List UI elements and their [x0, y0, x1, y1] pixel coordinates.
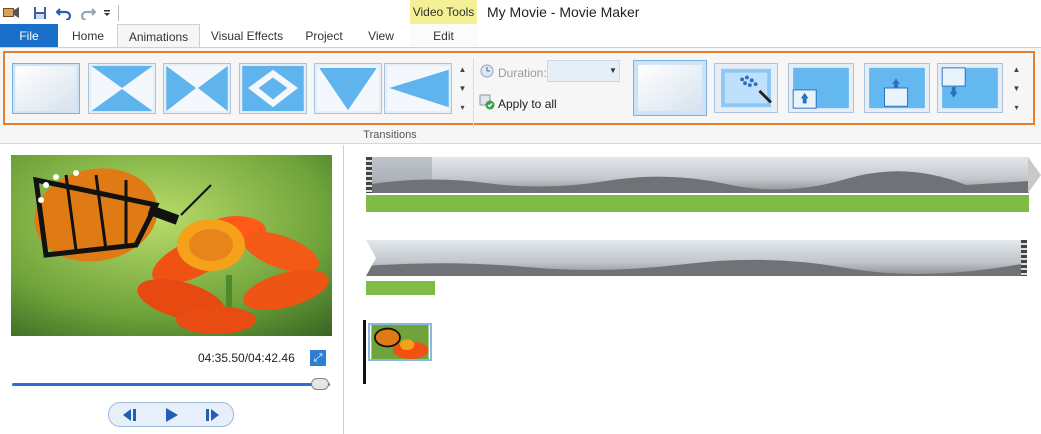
diamond-transition-icon[interactable]: [239, 63, 307, 114]
tab-visual-effects[interactable]: Visual Effects: [205, 24, 289, 48]
quick-access-separator: [118, 5, 119, 21]
duration-dropdown[interactable]: ▼: [547, 60, 620, 82]
gallery-down-icon[interactable]: ▼: [456, 79, 469, 98]
pan-zoom-gallery-scroll[interactable]: ▲ ▼ ▾: [1010, 60, 1023, 118]
window-title: My Movie - Movie Maker: [487, 4, 640, 20]
apply-to-all-icon[interactable]: [479, 94, 495, 110]
tab-animations[interactable]: Animations: [117, 24, 200, 48]
strip-start-notch: [366, 240, 376, 276]
film-sprocket: [366, 157, 372, 193]
gallery-down-icon[interactable]: ▼: [1010, 79, 1023, 98]
video-clip-strip-2[interactable]: [366, 240, 1027, 276]
strip-end-arrow: [1028, 157, 1041, 193]
video-preview[interactable]: [11, 155, 332, 336]
gallery-more-icon[interactable]: ▾: [1010, 98, 1023, 117]
seek-bar[interactable]: [12, 383, 330, 386]
tab-edit[interactable]: Edit: [410, 24, 477, 48]
play-icon[interactable]: [156, 405, 186, 425]
video-clip-strip-1[interactable]: [366, 157, 1029, 193]
audio-track-2[interactable]: [366, 281, 435, 295]
tab-project[interactable]: Project: [295, 24, 353, 48]
transitions-gallery-scroll[interactable]: ▲ ▼ ▾: [456, 60, 469, 118]
app-menu-icon[interactable]: [2, 4, 20, 22]
apply-to-all-button[interactable]: Apply to all: [498, 97, 557, 111]
playback-controls: [108, 402, 234, 427]
seek-handle[interactable]: [311, 378, 330, 390]
redo-icon[interactable]: [79, 4, 97, 22]
pan-up-center-icon[interactable]: [864, 63, 930, 113]
fullscreen-icon[interactable]: ⤢: [310, 350, 326, 366]
triangle-down-transition-icon[interactable]: [314, 63, 382, 114]
ribbon-separator: [473, 58, 474, 128]
tab-home[interactable]: Home: [62, 24, 114, 48]
chevron-down-icon[interactable]: ▼: [607, 61, 619, 81]
customize-dropdown-icon[interactable]: [98, 4, 116, 22]
save-icon[interactable]: [31, 4, 49, 22]
no-transition-icon[interactable]: [12, 63, 80, 114]
ribbon: ▲ ▼ ▾ Duration: ▼ Apply to all ▲ ▼ ▾ Tra…: [0, 47, 1041, 144]
pan-down-icon[interactable]: [937, 63, 1003, 113]
wedge-left-transition-icon[interactable]: [384, 63, 452, 114]
film-sprocket: [1021, 240, 1027, 276]
next-frame-icon[interactable]: [197, 405, 227, 425]
gallery-more-icon[interactable]: ▾: [456, 98, 469, 117]
playhead[interactable]: [363, 320, 366, 384]
audio-track-1[interactable]: [366, 195, 1029, 212]
tab-view[interactable]: View: [356, 24, 406, 48]
title-bar: Video Tools My Movie - Movie Maker: [0, 0, 1041, 26]
gallery-up-icon[interactable]: ▲: [1010, 60, 1023, 79]
bowtie-vertical-transition-icon[interactable]: [88, 63, 156, 114]
bowtie-horizontal-transition-icon[interactable]: [163, 63, 231, 114]
gallery-up-icon[interactable]: ▲: [456, 60, 469, 79]
time-display: 04:35.50/04:42.46: [198, 351, 295, 365]
no-pan-zoom-icon[interactable]: [633, 60, 707, 116]
preview-pane: 04:35.50/04:42.46 ⤢: [0, 145, 344, 434]
pan-up-left-icon[interactable]: [788, 63, 854, 113]
ribbon-tabs: File Home Animations Visual Effects Proj…: [0, 24, 1041, 48]
tab-file[interactable]: File: [0, 24, 58, 48]
duration-label: Duration:: [498, 66, 547, 80]
photo-clip[interactable]: [368, 323, 432, 361]
automatic-pan-zoom-icon[interactable]: [714, 63, 778, 113]
transitions-group-label: Transitions: [363, 129, 417, 141]
undo-icon[interactable]: [55, 4, 73, 22]
video-tools-contextual-label: Video Tools: [410, 0, 477, 24]
duration-clock-icon: [479, 62, 495, 78]
previous-frame-icon[interactable]: [115, 405, 145, 425]
